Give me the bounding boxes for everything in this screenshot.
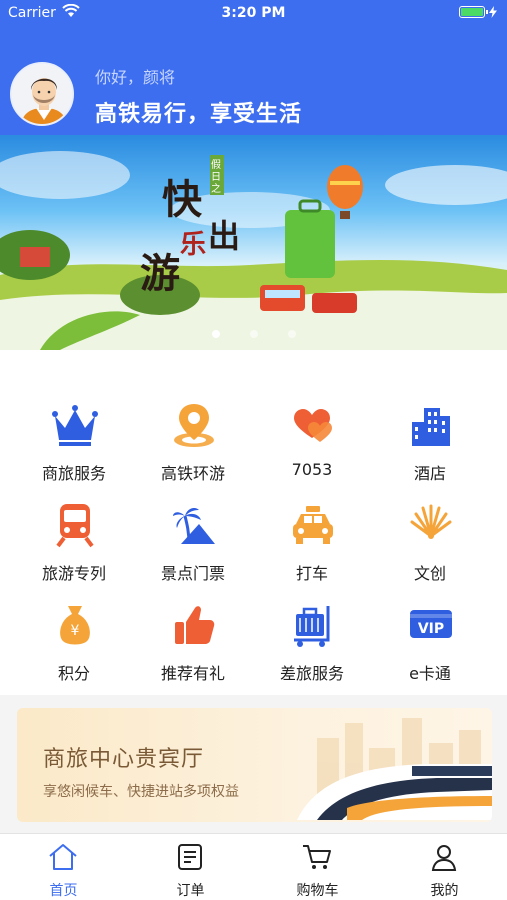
service-cultural-creative[interactable]: 文创 — [370, 502, 490, 592]
service-label: 商旅服务 — [41, 464, 106, 483]
svg-text:乐: 乐 — [180, 230, 206, 260]
service-business-travel[interactable]: 商旅服务 — [14, 402, 134, 492]
thumbs-up-icon — [175, 606, 215, 644]
service-e-card[interactable]: VIP e卡通 — [370, 602, 490, 692]
service-label: 酒店 — [413, 464, 446, 483]
lounge-title: 商旅中心贵宾厅 — [43, 747, 205, 772]
clock-label: 3:20 PM — [221, 5, 286, 21]
svg-text:假: 假 — [211, 158, 221, 171]
service-referral[interactable]: 推荐有礼 — [133, 602, 253, 692]
service-tourist-train[interactable]: 旅游专列 — [14, 502, 134, 592]
service-business-trip[interactable]: 差旅服务 — [252, 602, 372, 692]
tab-label: 首页 — [49, 883, 78, 899]
service-points[interactable]: ¥ 积分 — [14, 602, 134, 692]
taxi-icon — [293, 506, 333, 544]
greeting-text: 你好，颜将 — [95, 68, 176, 87]
service-scenic-tickets[interactable]: 景点门票 — [133, 502, 253, 592]
hotel-building-icon — [412, 408, 450, 446]
home-icon — [49, 844, 77, 870]
service-label: 积分 — [57, 664, 90, 683]
tab-label: 订单 — [176, 883, 205, 899]
tab-home[interactable]: 首页 — [0, 834, 127, 900]
crown-icon — [52, 405, 98, 446]
svg-text:VIP: VIP — [418, 621, 444, 637]
banner-illustration: 快 乐 出 游 假 日 之 — [0, 151, 507, 350]
battery-icon — [459, 6, 497, 18]
order-icon — [178, 844, 202, 870]
service-label: e卡通 — [409, 664, 451, 683]
svg-text:¥: ¥ — [71, 623, 80, 639]
service-label: 文创 — [413, 564, 446, 583]
luggage-cart-icon — [294, 606, 330, 647]
tab-label: 购物车 — [296, 883, 339, 899]
svg-text:游: 游 — [140, 250, 180, 297]
service-hotel[interactable]: 酒店 — [370, 402, 490, 492]
services-grid: 商旅服务 高铁环游 7053 酒店 旅游专列 景点门票 打车 文创 ¥ 积分 推… — [0, 350, 507, 695]
svg-text:快: 快 — [162, 176, 203, 223]
fan-icon — [410, 504, 452, 539]
service-label: 旅游专列 — [41, 564, 106, 583]
money-bag-icon: ¥ — [60, 606, 90, 645]
service-7053[interactable]: 7053 — [252, 402, 372, 492]
service-label: 推荐有礼 — [160, 664, 225, 683]
service-label: 景点门票 — [160, 564, 225, 583]
service-label: 高铁环游 — [160, 464, 225, 483]
avatar-illustration — [12, 64, 72, 124]
svg-text:之: 之 — [211, 182, 221, 195]
palm-tree-icon — [173, 508, 215, 545]
tab-orders[interactable]: 订单 — [127, 834, 254, 900]
banner-dot[interactable] — [249, 330, 258, 338]
vip-card-icon: VIP — [410, 610, 452, 638]
train-icon — [56, 504, 94, 548]
cart-icon — [303, 845, 331, 869]
svg-text:出: 出 — [208, 217, 240, 255]
service-label: 7053 — [291, 460, 333, 479]
tab-label: 我的 — [430, 883, 459, 899]
service-label: 差旅服务 — [279, 664, 344, 683]
hearts-icon — [294, 409, 332, 442]
svg-text:日: 日 — [211, 172, 221, 183]
tab-cart[interactable]: 购物车 — [254, 834, 381, 900]
service-label: 打车 — [295, 564, 328, 583]
vip-lounge-card[interactable]: 商旅中心贵宾厅 享悠闲候车、快捷进站多项权益 — [17, 708, 492, 822]
lounge-subtitle: 享悠闲候车、快捷进站多项权益 — [43, 784, 239, 800]
avatar[interactable] — [10, 62, 74, 126]
banner-dot[interactable] — [211, 330, 220, 338]
tab-profile[interactable]: 我的 — [381, 834, 507, 900]
banner-dot[interactable] — [287, 330, 296, 338]
service-taxi[interactable]: 打车 — [252, 502, 372, 592]
banner-pagination[interactable] — [0, 330, 507, 338]
slogan-text: 高铁易行，享受生活 — [95, 102, 303, 127]
profile-icon — [431, 845, 457, 871]
location-pin-icon — [174, 404, 214, 447]
promo-banner[interactable]: 快 乐 出 游 假 日 之 — [0, 135, 507, 350]
service-rail-tour[interactable]: 高铁环游 — [133, 402, 253, 492]
status-bar: Carrier 3:20 PM — [0, 0, 507, 28]
header: Carrier 3:20 PM 你好，颜将 高铁易行，享受生活 — [0, 0, 507, 135]
bottom-tab-bar: 首页 订单 购物车 我的 — [0, 833, 507, 900]
